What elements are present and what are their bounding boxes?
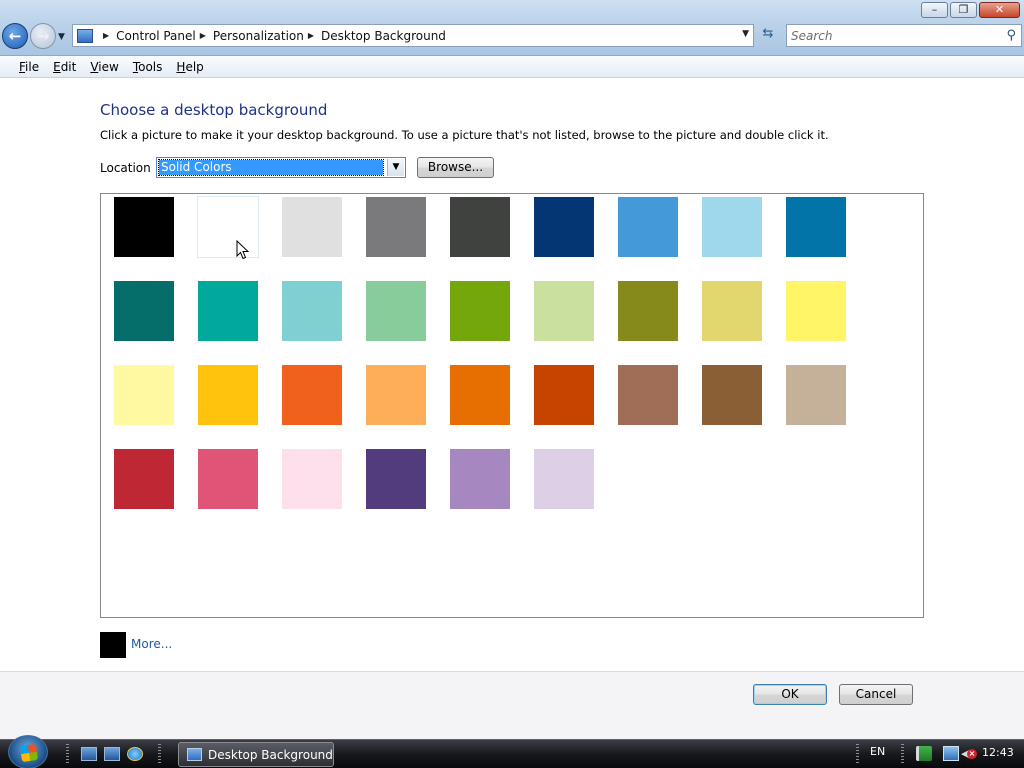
forward-arrow-icon: → <box>36 27 50 45</box>
color-swatch[interactable] <box>786 281 846 341</box>
color-swatch[interactable] <box>702 281 762 341</box>
custom-color-swatch[interactable] <box>100 632 126 658</box>
color-swatch[interactable] <box>534 281 594 341</box>
color-swatch[interactable] <box>198 365 258 425</box>
cancel-button[interactable]: Cancel <box>839 684 913 705</box>
taskbar-item-desktop-background[interactable]: Desktop Background <box>178 742 334 767</box>
menu-bar: File Edit View Tools Help <box>0 56 1024 78</box>
maximize-button[interactable]: ❐ <box>950 2 977 18</box>
ok-button[interactable]: OK <box>753 684 827 705</box>
color-swatch[interactable] <box>786 365 846 425</box>
dialog-footer: OK Cancel <box>0 671 1024 739</box>
color-swatch[interactable] <box>366 365 426 425</box>
power-icon[interactable] <box>916 746 932 761</box>
location-selected-value: Solid Colors <box>158 159 384 176</box>
volume-muted-icon[interactable]: ◀ × <box>961 746 977 761</box>
language-indicator[interactable]: EN <box>870 745 885 758</box>
color-swatch[interactable] <box>618 365 678 425</box>
color-swatch[interactable] <box>786 197 846 257</box>
color-swatch[interactable] <box>366 449 426 509</box>
color-swatch[interactable] <box>114 449 174 509</box>
page-title: Choose a desktop background <box>100 101 328 119</box>
taskbar: Desktop Background EN ◀ × 12:43 <box>0 735 1024 768</box>
color-swatch[interactable] <box>702 197 762 257</box>
forward-button[interactable]: → <box>30 23 56 49</box>
taskbar-grip[interactable] <box>66 744 69 765</box>
color-swatch[interactable] <box>618 197 678 257</box>
main-content: Choose a desktop background Click a pict… <box>0 79 1024 671</box>
menu-file[interactable]: File <box>12 60 46 74</box>
start-button[interactable] <box>8 735 48 768</box>
clock[interactable]: 12:43 <box>982 746 1014 759</box>
window-chrome: – ❐ ✕ ← → ▼ ▶ Control Panel ▶ Personaliz… <box>0 0 1024 56</box>
address-dropdown-icon[interactable]: ▼ <box>742 29 749 39</box>
color-swatch[interactable] <box>282 365 342 425</box>
close-icon: ✕ <box>994 3 1005 16</box>
color-swatch[interactable] <box>534 197 594 257</box>
color-swatch[interactable] <box>114 365 174 425</box>
refresh-button[interactable]: ⇆ <box>756 26 780 46</box>
browse-button[interactable]: Browse... <box>417 157 494 178</box>
mouse-cursor-icon <box>236 240 250 260</box>
close-button[interactable]: ✕ <box>979 2 1020 18</box>
location-dropdown[interactable]: Solid Colors ▼ <box>156 157 406 178</box>
color-swatch[interactable] <box>450 197 510 257</box>
breadcrumb-desktop-background[interactable]: Desktop Background <box>321 29 446 43</box>
taskbar-grip[interactable] <box>158 744 161 765</box>
control-panel-icon <box>77 28 93 43</box>
color-swatch[interactable] <box>114 197 174 257</box>
color-swatch[interactable] <box>366 281 426 341</box>
color-swatch[interactable] <box>450 449 510 509</box>
taskbar-item-label: Desktop Background <box>208 747 333 762</box>
maximize-icon: ❐ <box>958 3 969 16</box>
back-arrow-icon: ← <box>8 27 22 45</box>
menu-tools[interactable]: Tools <box>126 60 170 74</box>
breadcrumb-separator-icon[interactable]: ▶ <box>308 31 314 40</box>
switch-windows-icon[interactable] <box>104 747 120 761</box>
back-button[interactable]: ← <box>2 23 28 49</box>
refresh-icon: ⇆ <box>762 26 774 41</box>
address-bar[interactable]: ▶ Control Panel ▶ Personalization ▶ Desk… <box>72 24 754 47</box>
breadcrumb-personalization[interactable]: Personalization <box>213 29 304 43</box>
windows-logo-icon <box>19 743 39 763</box>
more-colors-link[interactable]: More... <box>131 637 172 651</box>
window-controls: – ❐ ✕ <box>921 2 1020 18</box>
color-swatch[interactable] <box>198 281 258 341</box>
color-swatch[interactable] <box>198 449 258 509</box>
search-icon[interactable]: ⚲ <box>1006 28 1016 43</box>
taskbar-grip[interactable] <box>901 744 904 765</box>
color-swatch[interactable] <box>282 281 342 341</box>
color-swatch[interactable] <box>450 365 510 425</box>
internet-explorer-icon[interactable] <box>127 747 143 761</box>
menu-help[interactable]: Help <box>169 60 210 74</box>
taskbar-grip[interactable] <box>856 744 859 765</box>
minimize-icon: – <box>931 3 938 16</box>
breadcrumb-separator-icon[interactable]: ▶ <box>103 31 109 40</box>
color-swatch[interactable] <box>618 281 678 341</box>
color-swatch[interactable] <box>534 449 594 509</box>
color-swatch[interactable] <box>282 197 342 257</box>
color-swatch[interactable] <box>282 449 342 509</box>
menu-view[interactable]: View <box>83 60 125 74</box>
search-box: ⚲ <box>786 24 1022 47</box>
show-desktop-icon[interactable] <box>81 747 97 761</box>
breadcrumb-control-panel[interactable]: Control Panel <box>116 29 196 43</box>
color-swatch[interactable] <box>450 281 510 341</box>
breadcrumb-separator-icon[interactable]: ▶ <box>200 31 206 40</box>
swatch-grid <box>100 193 924 618</box>
color-swatch[interactable] <box>534 365 594 425</box>
recent-pages-dropdown[interactable]: ▼ <box>58 32 65 42</box>
location-label: Location <box>100 161 151 175</box>
color-swatch[interactable] <box>366 197 426 257</box>
color-swatch[interactable] <box>702 365 762 425</box>
control-panel-icon <box>187 748 202 761</box>
page-description: Click a picture to make it your desktop … <box>100 128 829 142</box>
minimize-button[interactable]: – <box>921 2 948 18</box>
network-icon[interactable] <box>943 746 959 761</box>
search-input[interactable] <box>787 25 997 46</box>
chevron-down-icon[interactable]: ▼ <box>387 159 404 176</box>
menu-edit[interactable]: Edit <box>46 60 83 74</box>
color-swatch[interactable] <box>114 281 174 341</box>
